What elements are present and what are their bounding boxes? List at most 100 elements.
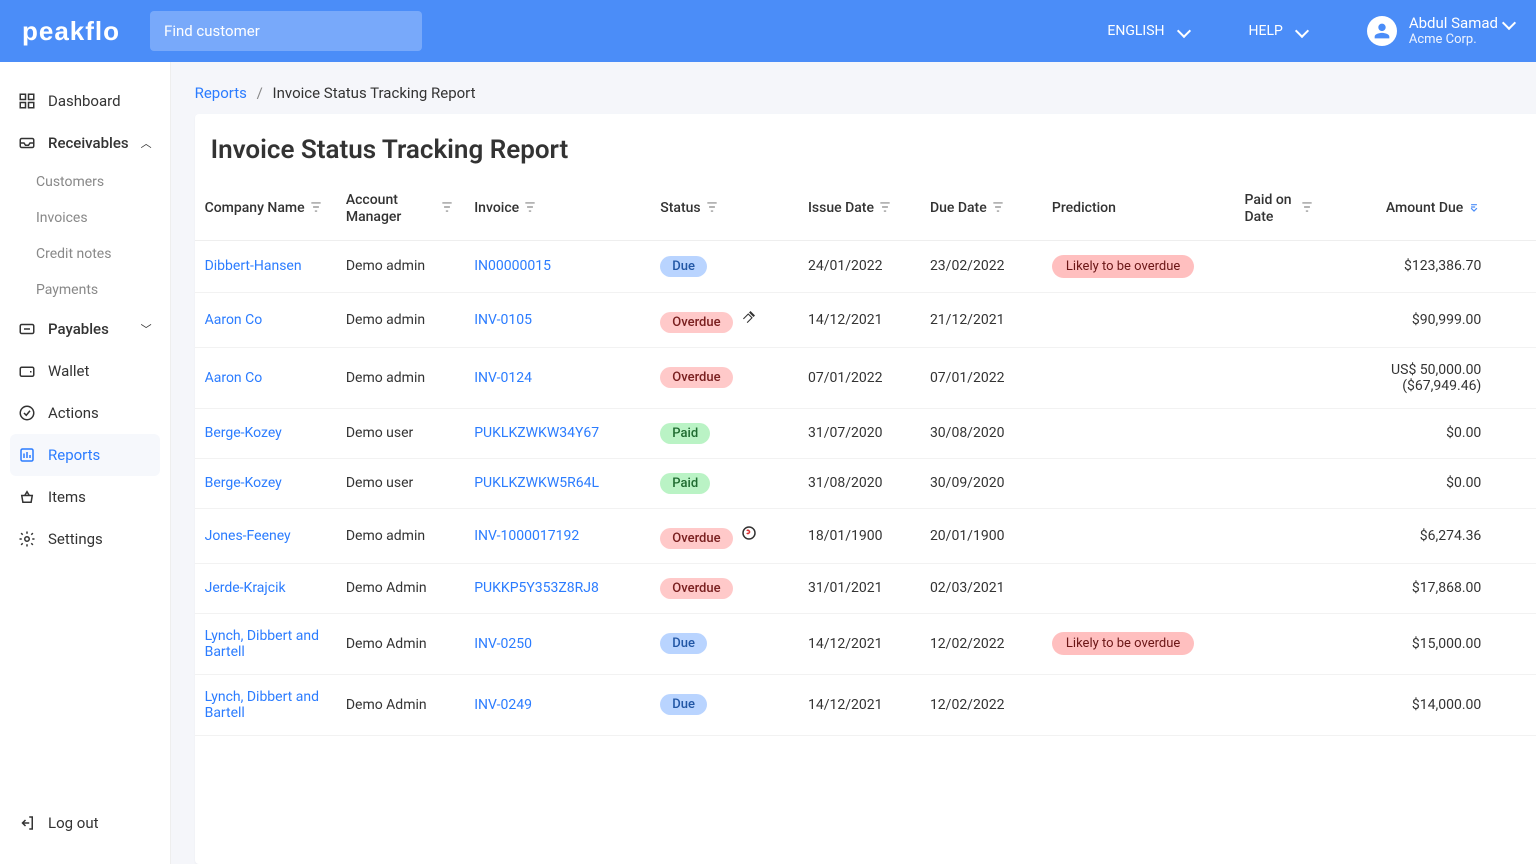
company-link[interactable]: Dibbert-Hansen <box>205 258 302 274</box>
cell-due: 21/12/2021 <box>920 292 1042 347</box>
company-link[interactable]: Jerde-Krajcik <box>205 580 286 596</box>
company-link[interactable]: Jones-Feeney <box>205 528 291 544</box>
column-paid_on[interactable]: Paid on Date <box>1235 178 1325 240</box>
company-link[interactable]: Berge-Kozey <box>205 425 282 441</box>
cell-prediction <box>1042 408 1235 458</box>
filter-icon[interactable] <box>440 200 454 218</box>
cell-paid <box>1235 408 1325 458</box>
company-link[interactable]: Aaron Co <box>205 370 263 386</box>
sidebar-item-invoices[interactable]: Invoices <box>18 200 170 236</box>
table-row: Dibbert-HansenDemo adminIN00000015Due24/… <box>195 240 1536 292</box>
sidebar-item-reports[interactable]: Reports <box>10 434 160 476</box>
cell-paid <box>1235 292 1325 347</box>
table-row: Berge-KozeyDemo userPUKLKZWKW5R64LPaid31… <box>195 458 1536 508</box>
cell-issue: 24/01/2022 <box>798 240 920 292</box>
invoice-link[interactable]: PUKKP5Y353Z8RJ8 <box>474 580 599 596</box>
cell-amount-due: $90,999.00 <box>1324 292 1491 347</box>
cell-manager: Demo Admin <box>336 613 464 674</box>
filter-icon[interactable] <box>991 200 1005 218</box>
user-menu[interactable]: Abdul Samad Acme Corp. <box>1367 14 1514 48</box>
invoice-link[interactable]: IN00000015 <box>474 258 551 274</box>
column-issue_date[interactable]: Issue Date <box>798 178 920 240</box>
cell-prediction: Likely to be overdue <box>1042 240 1235 292</box>
table-scroll[interactable]: Company NameAccount ManagerInvoiceStatus… <box>195 178 1536 864</box>
wallet-icon <box>18 362 36 380</box>
sidebar-item-items[interactable]: Items <box>0 476 170 518</box>
invoice-link[interactable]: INV-0250 <box>474 636 532 652</box>
cell-invoice: IN00000015 <box>464 240 650 292</box>
logo: peakflo <box>22 16 120 47</box>
status-badge: Overdue <box>660 367 732 388</box>
filter-icon[interactable] <box>523 200 537 218</box>
sidebar-item-payables[interactable]: Payables﹀ <box>0 308 170 350</box>
sidebar-item-receivables[interactable]: Receivables︿ <box>0 122 170 164</box>
cell-invoice: INV-0249 <box>464 674 650 735</box>
company-link[interactable]: Lynch, Dibbert and Bartell <box>205 689 319 721</box>
search-input[interactable]: Find customer <box>150 11 422 51</box>
cell-issue: 31/01/2021 <box>798 563 920 613</box>
sidebar-item-customers[interactable]: Customers <box>18 164 170 200</box>
check-circle-icon <box>18 404 36 422</box>
chevron-down-icon: ﹀ <box>141 321 152 337</box>
cell-company: Jerde-Krajcik <box>195 563 336 613</box>
sidebar-item-credit-notes[interactable]: Credit notes <box>18 236 170 272</box>
cell-invoice: INV-1000017192 <box>464 508 650 563</box>
sidebar-item-wallet[interactable]: Wallet <box>0 350 170 392</box>
company-link[interactable]: Berge-Kozey <box>205 475 282 491</box>
cell-company: Jones-Feeney <box>195 508 336 563</box>
column-prediction[interactable]: Prediction <box>1042 178 1235 240</box>
filter-icon[interactable] <box>705 200 719 218</box>
cell-manager: Demo admin <box>336 292 464 347</box>
invoice-link[interactable]: INV-0105 <box>474 312 532 328</box>
invoice-link[interactable]: PUKLKZWKW5R64L <box>474 475 599 491</box>
invoice-link[interactable]: INV-0249 <box>474 697 532 713</box>
column-company[interactable]: Company Name <box>195 178 336 240</box>
filter-icon[interactable] <box>878 200 892 218</box>
cell-total: $123,386.70 <box>1491 240 1536 292</box>
cell-manager: Demo Admin <box>336 563 464 613</box>
cell-due: 23/02/2022 <box>920 240 1042 292</box>
cell-company: Aaron Co <box>195 347 336 408</box>
filter-icon[interactable] <box>309 200 323 218</box>
table-row: Lynch, Dibbert and Bartell Demo Admin INV-… <box>195 613 1536 674</box>
column-status[interactable]: Status <box>650 178 798 240</box>
column-account_manager[interactable]: Account Manager <box>336 178 464 240</box>
cell-issue: 07/01/2022 <box>798 347 920 408</box>
help-link[interactable]: HELP <box>1249 23 1307 39</box>
cell-issue: 14/12/2021 <box>798 292 920 347</box>
sidebar-item-settings[interactable]: Settings <box>0 518 170 560</box>
invoice-link[interactable]: PUKLKZWKW34Y67 <box>474 425 599 441</box>
prediction-badge: Likely to be overdue <box>1052 255 1194 278</box>
cell-invoice: INV-0105 <box>464 292 650 347</box>
cell-total: $99,999.00 <box>1491 292 1536 347</box>
sort-icon[interactable] <box>1467 200 1481 218</box>
column-amount_due[interactable]: Amount Due <box>1324 178 1491 240</box>
cell-status: Overdue <box>650 563 798 613</box>
status-badge: Paid <box>660 423 710 444</box>
cell-due: 12/02/2022 <box>920 613 1042 674</box>
cell-status: Overdue <box>650 508 798 563</box>
cell-total: $6,274.36 <box>1491 508 1536 563</box>
column-total_amount[interactable]: Total amount <box>1491 178 1536 240</box>
basket-icon <box>18 488 36 506</box>
outbox-icon <box>18 320 36 338</box>
sidebar-item-dashboard[interactable]: Dashboard <box>0 80 170 122</box>
column-due_date[interactable]: Due Date <box>920 178 1042 240</box>
status-badge: Overdue <box>660 528 732 549</box>
company-link[interactable]: Lynch, Dibbert and Bartell <box>205 628 319 660</box>
sidebar-item-payments[interactable]: Payments <box>18 272 170 308</box>
filter-icon[interactable] <box>1300 200 1314 218</box>
sidebar-item-logout[interactable]: Log out <box>0 802 170 844</box>
column-invoice[interactable]: Invoice <box>464 178 650 240</box>
language-selector[interactable]: ENGLISH <box>1107 23 1188 39</box>
cell-issue: 31/08/2020 <box>798 458 920 508</box>
cell-due: 07/01/2022 <box>920 347 1042 408</box>
cell-manager: Demo admin <box>336 508 464 563</box>
sidebar-item-actions[interactable]: Actions <box>0 392 170 434</box>
cell-paid <box>1235 347 1325 408</box>
breadcrumb-root[interactable]: Reports <box>195 84 247 102</box>
invoice-link[interactable]: INV-0124 <box>474 370 532 386</box>
invoice-link[interactable]: INV-1000017192 <box>474 528 579 544</box>
company-link[interactable]: Aaron Co <box>205 312 263 328</box>
status-badge: Due <box>660 256 707 277</box>
